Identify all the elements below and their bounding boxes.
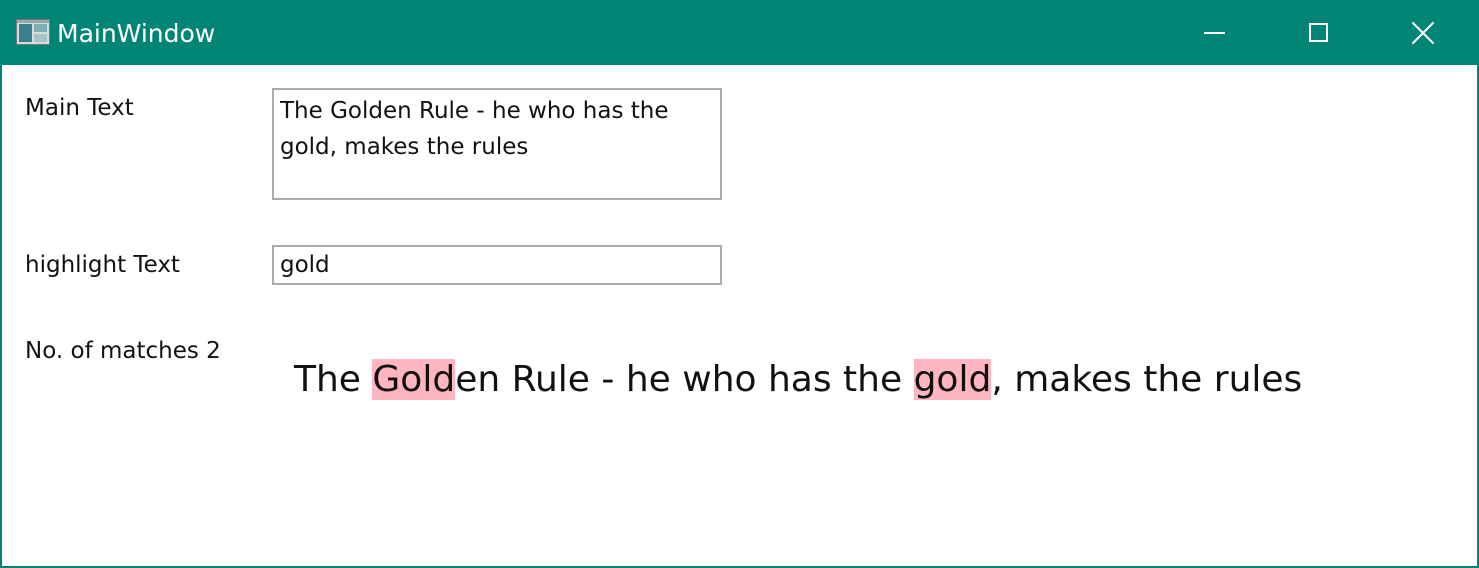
highlighted-result-text: The Golden Rule - he who has the gold, m… (294, 353, 1302, 407)
title-bar[interactable]: MainWindow (0, 0, 1479, 65)
result-highlight-match: Gold (372, 359, 456, 400)
close-icon (1412, 22, 1434, 44)
main-window: MainWindow (0, 0, 1479, 568)
close-button[interactable] (1370, 0, 1474, 65)
result-segment: , makes the rules (991, 359, 1303, 400)
maximize-button[interactable] (1266, 0, 1370, 65)
minimize-button[interactable] (1162, 0, 1266, 65)
app-window-icon (16, 19, 50, 45)
maximize-icon (1309, 23, 1328, 42)
main-text-input[interactable]: The Golden Rule - he who has the gold, m… (272, 88, 722, 200)
result-highlight-match: gold (913, 359, 992, 400)
highlight-text-input[interactable]: gold (272, 245, 722, 285)
result-segment: The (294, 359, 373, 400)
window-title: MainWindow (57, 19, 216, 48)
minimize-icon (1204, 32, 1225, 34)
highlight-text-label: highlight Text (25, 252, 180, 278)
matches-count-label: No. of matches 2 (25, 338, 221, 364)
result-segment: en Rule - he who has the (455, 359, 914, 400)
main-text-label: Main Text (25, 95, 134, 121)
